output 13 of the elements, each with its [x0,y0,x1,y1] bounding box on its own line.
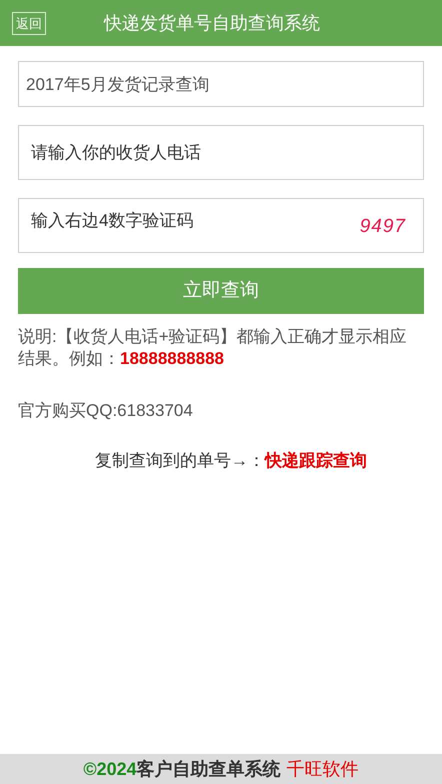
captcha-code: 9497 [360,215,406,239]
instruction-text: 说明:【收货人电话+验证码】都输入正确才显示相应结果。例如：18888888888 [18,326,408,370]
brand-name: 千旺软件 [286,758,359,780]
month-select[interactable]: 2017年5月发货记录查询 [18,61,424,107]
copyright-year: ©2024 [83,758,137,780]
tracking-label: 复制查询到的单号→： [95,450,265,472]
tracking-link[interactable]: 快递跟踪查询 [265,448,367,473]
phone-field[interactable]: 请输入你的收货人电话 [18,125,424,180]
back-button[interactable]: 返回 [12,12,46,34]
submit-button[interactable]: 立即查询 [18,268,424,314]
contact-text: 官方购买QQ:61833704 [18,400,194,422]
system-name: 客户自助查单系统 [136,758,281,780]
page-title: 快递发货单号自助查询系统 [104,12,320,34]
